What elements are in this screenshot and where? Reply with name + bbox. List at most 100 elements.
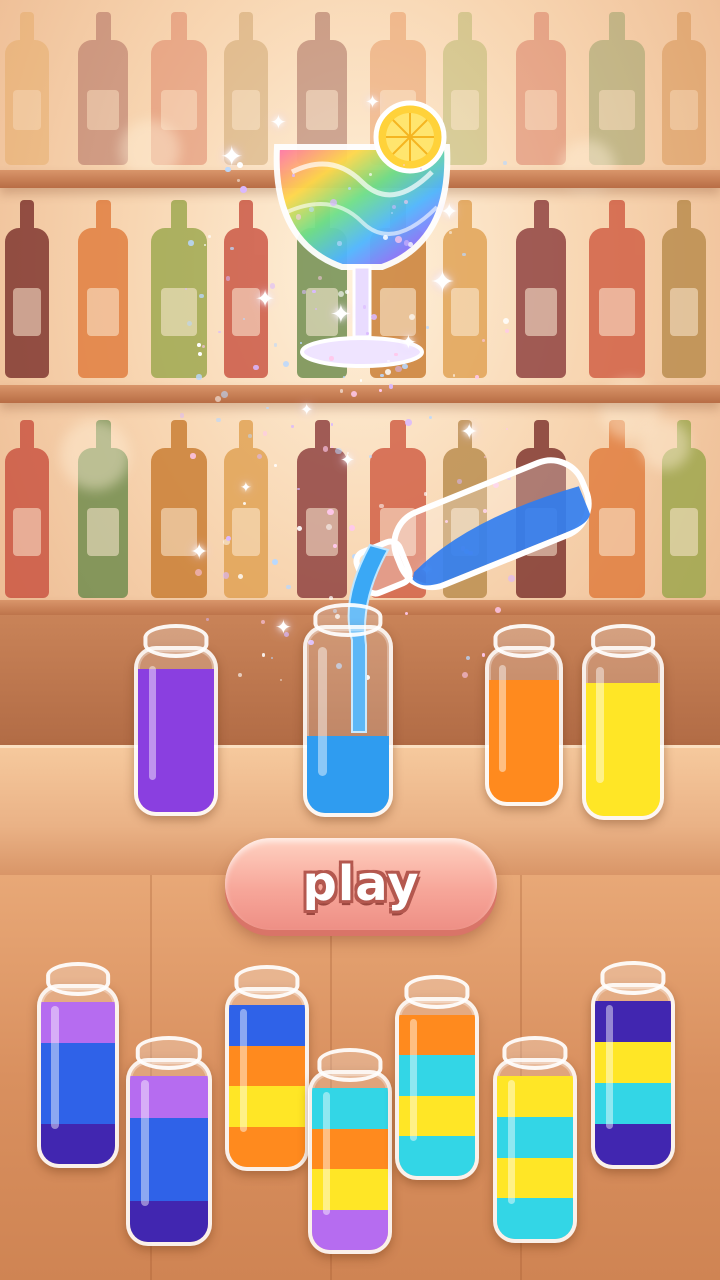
- sparkle-dust: [248, 434, 252, 438]
- sparkle-dust: [271, 558, 279, 565]
- sparkle-dust: [237, 179, 240, 182]
- bottle-label: [87, 288, 119, 336]
- sparkle-dust: [236, 161, 244, 168]
- bottle-label: [669, 288, 699, 336]
- sparkle-star-icon: ✦: [330, 300, 352, 330]
- sparkle-star-icon: ✦: [430, 265, 456, 300]
- sparkle-star-icon: ✦: [365, 92, 381, 113]
- top-vial-orange[interactable]: [485, 624, 563, 806]
- sparkle-dust: [189, 453, 196, 459]
- sparkle-dust: [504, 328, 509, 334]
- play-button-label: play: [302, 856, 420, 912]
- liquid-layer: [497, 1198, 573, 1239]
- bottle-label: [599, 288, 635, 336]
- bottle-label: [669, 508, 699, 556]
- liquid-layer: [229, 1126, 305, 1167]
- sparkle-dust: [401, 363, 408, 370]
- bottom-vial-6[interactable]: [493, 1036, 577, 1243]
- vial-neck: [135, 1036, 203, 1070]
- glass-shine: [507, 1079, 516, 1204]
- bokeh-light: [640, 420, 690, 470]
- vial-glass: [126, 1058, 212, 1246]
- background-bottle: [662, 200, 706, 378]
- sparkle-dust: [225, 536, 231, 542]
- bokeh-light: [60, 420, 130, 490]
- bottom-vial-5[interactable]: [395, 975, 479, 1180]
- sparkle-dust: [292, 174, 295, 177]
- vial-neck: [143, 624, 209, 658]
- glass-shine: [605, 1004, 614, 1130]
- sparkle-dust: [242, 501, 246, 506]
- glass-shine: [140, 1080, 149, 1206]
- bottom-vial-1[interactable]: [37, 962, 119, 1168]
- sparkle-dust: [283, 631, 289, 637]
- sparkle-dust: [502, 160, 507, 165]
- sparkle-dust: [295, 214, 301, 220]
- bottle-label: [231, 90, 261, 130]
- sparkle-dust: [330, 423, 334, 426]
- bottle-label: [599, 90, 635, 130]
- bottle-label: [231, 508, 261, 556]
- sparkle-dust: [297, 525, 303, 531]
- vial-glass: [225, 987, 309, 1171]
- vial-glass: [37, 984, 119, 1168]
- sparkle-dust: [218, 330, 221, 334]
- glass-shine: [148, 666, 157, 780]
- sparkle-dust: [402, 164, 405, 167]
- sparkle-dust: [207, 234, 211, 238]
- background-bottle: [589, 200, 645, 378]
- play-button[interactable]: play: [225, 838, 497, 930]
- sparkle-dust: [379, 389, 382, 392]
- top-vial-yellow[interactable]: [582, 624, 664, 820]
- vial-neck: [313, 603, 383, 637]
- liquid-layer: [312, 1209, 388, 1250]
- vial-glass: [485, 646, 563, 806]
- bottom-vial-4[interactable]: [308, 1048, 392, 1254]
- sparkle-dust: [370, 313, 377, 320]
- sparkle-star-icon: ✦: [440, 200, 459, 225]
- top-vial-blue[interactable]: [303, 603, 393, 817]
- liquid-layer: [399, 1135, 475, 1176]
- sparkle-dust: [315, 307, 318, 310]
- sparkle-dust: [322, 446, 328, 452]
- vial-neck: [404, 975, 470, 1009]
- sparkle-dust: [409, 313, 416, 320]
- sparkle-dust: [291, 425, 294, 428]
- sparkle-dust: [329, 356, 335, 361]
- sparkle-dust: [302, 290, 306, 294]
- sparkle-dust: [342, 375, 345, 378]
- bottom-vial-7[interactable]: [591, 961, 675, 1169]
- sparkle-dust: [222, 572, 229, 579]
- background-bottle: [516, 200, 566, 378]
- sparkle-dust: [215, 395, 221, 402]
- sparkle-dust: [338, 290, 344, 297]
- sparkle-dust: [405, 419, 412, 426]
- sparkle-dust: [404, 240, 410, 246]
- sparkle-star-icon: ✦: [240, 480, 252, 496]
- sparkle-dust: [180, 413, 185, 418]
- sparkle-star-icon: ✦: [190, 540, 209, 565]
- top-vial-purple[interactable]: [134, 624, 218, 816]
- sparkle-dust: [197, 342, 202, 347]
- background-bottle: [5, 420, 49, 598]
- bottom-vial-3[interactable]: [225, 965, 309, 1171]
- sparkle-dust: [261, 653, 265, 657]
- sparkle-dust: [273, 464, 277, 468]
- sparkle-dust: [188, 240, 194, 246]
- bottle-label: [12, 508, 42, 556]
- glass-shine: [409, 1018, 418, 1141]
- bottle-label: [87, 90, 119, 130]
- sparkle-dust: [216, 418, 221, 423]
- bottom-vial-2[interactable]: [126, 1036, 212, 1246]
- sparkle-star-icon: ✦: [400, 330, 417, 354]
- vial-neck: [502, 1036, 568, 1070]
- sparkle-dust: [426, 326, 429, 329]
- bottle-label: [525, 90, 557, 130]
- sparkle-dust: [385, 368, 391, 375]
- sparkle-dust: [452, 374, 456, 377]
- sparkle-dust: [199, 293, 204, 298]
- vial-neck: [591, 624, 655, 658]
- vial-glass: [395, 997, 479, 1180]
- sparkle-dust: [196, 374, 202, 380]
- background-bottle: [5, 12, 49, 165]
